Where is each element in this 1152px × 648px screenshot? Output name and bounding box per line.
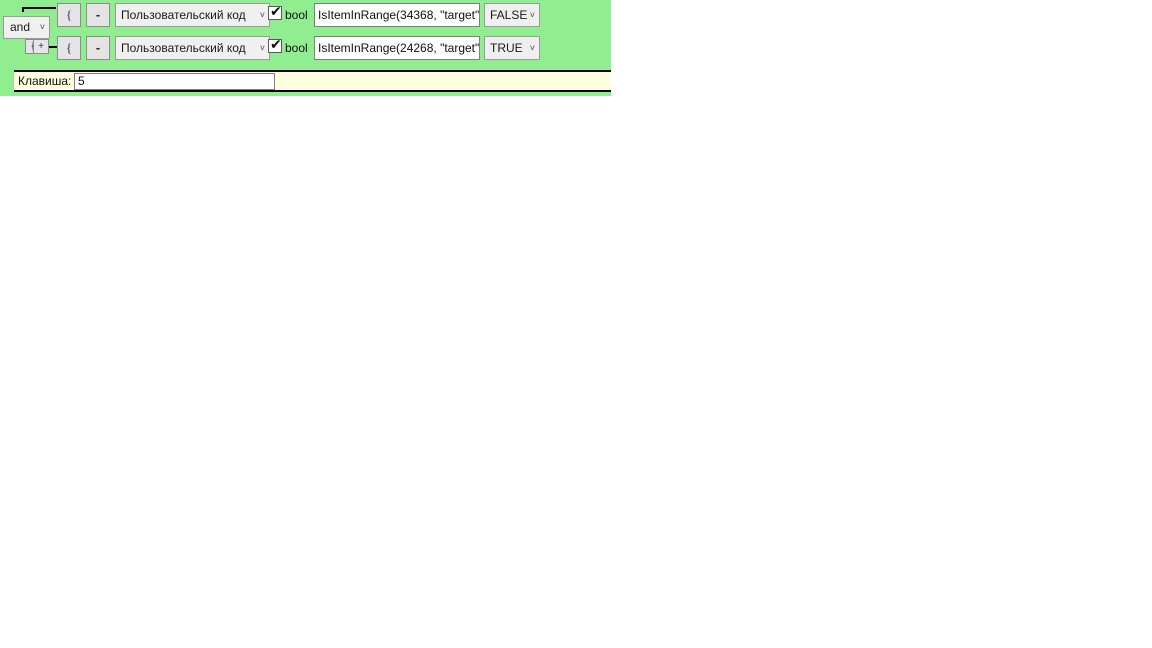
row-group-brace-button[interactable]: { [57,3,81,27]
condition-type-label: Пользовательский код [121,8,246,22]
chevron-down-icon: ˅ [529,10,535,20]
condition-group-bracket: and ˅ { + [0,0,57,68]
checkbox-box: ✔ [268,37,282,53]
app-root: and ˅ { + { - Пользовательский код ˅ ✔ b… [0,0,1152,648]
checkbox-box: ✔ [268,4,282,20]
condition-type-label: Пользовательский код [121,41,246,55]
chevron-down-icon: ˅ [529,43,535,53]
bool-type-label: bool [285,8,308,22]
row-remove-button[interactable]: - [86,36,110,60]
expected-value-select[interactable]: FALSE ˅ [484,3,540,27]
expected-value-label: FALSE [490,8,528,22]
bracket-top-arm [22,7,56,9]
condition-editor-panel: and ˅ { + { - Пользовательский код ˅ ✔ b… [0,0,611,68]
bool-checkbox[interactable]: ✔ [268,37,282,53]
chevron-down-icon: ˅ [39,22,45,32]
action-bar-bottom-strip [0,94,611,96]
row-remove-button[interactable]: - [86,3,110,27]
add-condition-plus-button[interactable]: + [33,39,49,54]
row-group-brace-button[interactable]: { [57,36,81,60]
action-bar: Клавиша: 5 [0,68,611,94]
action-bar-inner: Клавиша: 5 [14,70,611,92]
key-label: Клавиша: [18,74,72,88]
expression-input[interactable]: IsItemInRange(34368, "target") [314,3,480,27]
check-icon: ✔ [270,37,282,53]
condition-type-select[interactable]: Пользовательский код ˅ [115,3,270,27]
logical-operator-select[interactable]: and ˅ [3,16,50,39]
logical-operator-label: and [10,20,31,34]
bool-type-label: bool [285,41,308,55]
chevron-down-icon: ˅ [259,43,265,53]
condition-type-select[interactable]: Пользовательский код ˅ [115,36,270,60]
chevron-down-icon: ˅ [259,10,265,20]
key-input[interactable]: 5 [74,73,275,90]
expected-value-select[interactable]: TRUE ˅ [484,36,540,60]
bool-checkbox[interactable]: ✔ [268,4,282,20]
check-icon: ✔ [270,4,282,20]
expected-value-label: TRUE [490,41,523,55]
expression-input[interactable]: IsItemInRange(24268, "target") [314,36,480,60]
bracket-bottom-arm [49,46,57,48]
